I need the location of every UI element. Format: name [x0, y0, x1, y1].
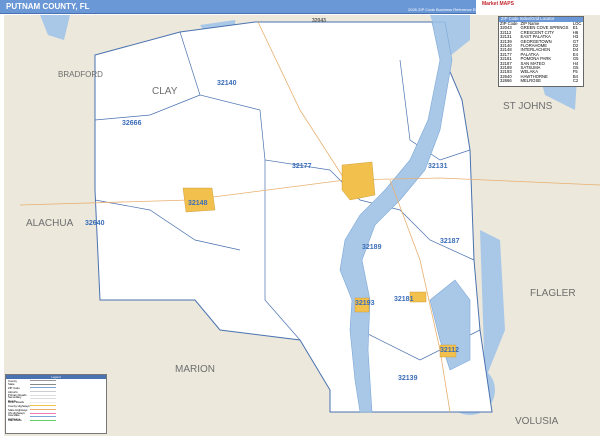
legend-swatch	[30, 380, 56, 382]
legend-swatch	[30, 409, 56, 411]
zip-label: 32193	[355, 300, 375, 307]
legend-swatch	[30, 405, 56, 407]
zip-label: 32640	[85, 220, 105, 227]
locator-cell: C2	[572, 78, 579, 84]
legend-swatch	[30, 383, 56, 385]
zip-label: 32666	[122, 120, 142, 127]
page-title: PUTNAM COUNTY, FL	[6, 2, 90, 11]
zip-label: 32043	[312, 18, 326, 24]
county-label-st-johns: ST JOHNS	[503, 101, 553, 112]
zip-label: 32187	[440, 238, 460, 245]
locator-row: 32666 MELROSE C2	[499, 78, 583, 84]
zip-label: 32148	[188, 200, 208, 207]
county-label-flagler: FLAGLER	[530, 288, 576, 299]
zip-label: 32131	[428, 163, 448, 170]
legend-swatch	[30, 387, 56, 389]
zip-label: 32181	[394, 296, 414, 303]
locator-grid: ZIP Code ZIP Name LOC 32043 GREEN COVE SP…	[499, 21, 583, 84]
county-label-alachua: ALACHUA	[26, 218, 74, 229]
zip-label: 32189	[362, 244, 382, 251]
zip-label: 32177	[292, 163, 312, 170]
legend-swatch	[30, 391, 56, 393]
header-bar: PUTNAM COUNTY, FL 2026 ZIP Code Business…	[0, 0, 600, 14]
county-label-volusia: VOLUSIA	[515, 416, 559, 427]
county-label-clay: CLAY	[152, 86, 178, 97]
map-legend: Legend County State ZIP Code Airports Primar…	[5, 374, 107, 434]
zip-locator-table: ZIP Code Index/Grid Locator ZIP Code ZIP…	[498, 16, 584, 87]
legend-label: Rail Roads	[8, 418, 22, 423]
legend-item: Rail Roads	[6, 418, 106, 423]
legend-swatch	[30, 398, 56, 400]
locator-cell: MELROSE	[520, 78, 542, 84]
logo: Market MAPS	[476, 0, 600, 14]
city-palatka	[341, 161, 376, 201]
zip-label: 32112	[440, 347, 460, 354]
legend-swatch	[30, 394, 56, 396]
logo-text: Market MAPS	[482, 1, 514, 7]
legend-swatch	[30, 401, 56, 403]
legend-swatch	[30, 416, 56, 418]
zip-label: 32139	[398, 375, 418, 382]
legend-swatch	[30, 412, 56, 414]
legend-swatch	[30, 419, 56, 421]
county-label-marion: MARION	[175, 364, 215, 375]
county-label-bradford: BRADFORD	[58, 70, 103, 79]
zip-label: 32140	[217, 80, 237, 87]
locator-cell: 32666	[500, 78, 512, 84]
edition-label: 2026 ZIP Code Business Reference Edition	[408, 7, 486, 12]
